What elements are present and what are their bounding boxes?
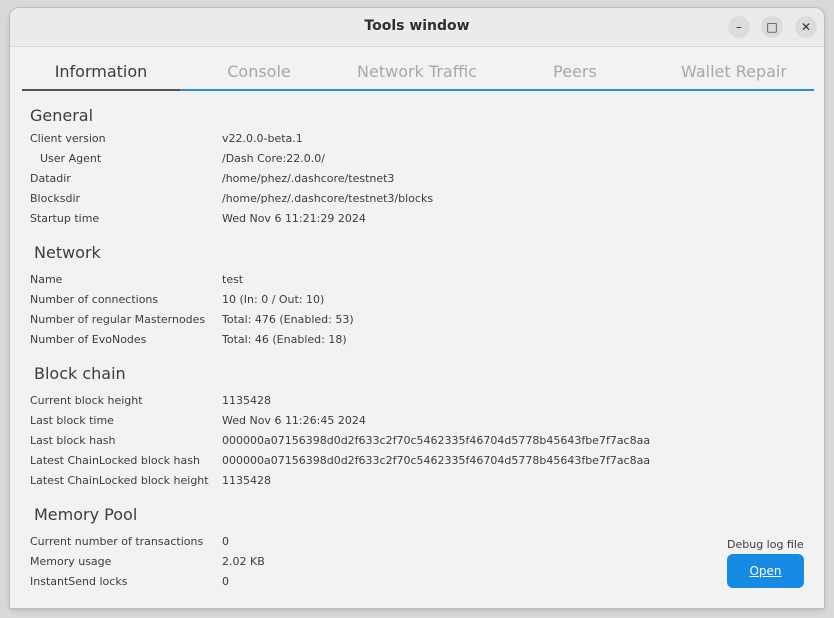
- client-version-label: Client version: [30, 132, 106, 145]
- chainlocked-hash-value: 000000a07156398d0d2f633c2f70c5462335f467…: [222, 454, 651, 467]
- tab-peers[interactable]: Peers: [496, 60, 654, 90]
- client-version-value: v22.0.0-beta.1: [222, 132, 303, 145]
- memory-usage-value: 2.02 KB: [222, 555, 265, 568]
- tab-console[interactable]: Console: [180, 60, 338, 90]
- close-icon: ✕: [800, 20, 812, 34]
- tx-count-label: Current number of transactions: [30, 535, 204, 548]
- network-name-label: Name: [30, 273, 63, 286]
- window-title: Tools window: [364, 18, 470, 34]
- chainlocked-height-value: 1135428: [222, 474, 271, 487]
- maximize-icon: □: [766, 20, 778, 34]
- debug-log-label: Debug log file: [727, 538, 804, 551]
- minimize-button[interactable]: –: [728, 16, 750, 38]
- memory-usage-label: Memory usage: [30, 555, 112, 568]
- chainlocked-hash-label: Latest ChainLocked block hash: [30, 454, 200, 467]
- blockchain-section-title: Block chain: [34, 364, 126, 383]
- block-height-label: Current block height: [30, 394, 143, 407]
- title-bar[interactable]: Tools window – □ ✕: [10, 8, 824, 47]
- close-button[interactable]: ✕: [795, 16, 817, 38]
- instantsend-locks-label: InstantSend locks: [30, 575, 128, 588]
- connections-value: 10 (In: 0 / Out: 10): [222, 293, 325, 306]
- tab-bar-underline: [180, 89, 814, 91]
- connections-label: Number of connections: [30, 293, 159, 306]
- tab-bar: Information Console Network Traffic Peer…: [22, 60, 814, 92]
- tab-information[interactable]: Information: [22, 60, 180, 90]
- last-block-hash-label: Last block hash: [30, 434, 116, 447]
- last-block-hash-value: 000000a07156398d0d2f633c2f70c5462335f467…: [222, 434, 651, 447]
- datadir-label: Datadir: [30, 172, 71, 185]
- tx-count-value: 0: [222, 535, 229, 548]
- open-debug-log-button[interactable]: Open: [727, 554, 804, 588]
- general-section-title: General: [30, 106, 94, 125]
- datadir-value: /home/phez/.dashcore/testnet3: [222, 172, 395, 185]
- mempool-section-title: Memory Pool: [34, 505, 138, 524]
- evonodes-value: Total: 46 (Enabled: 18): [222, 333, 347, 346]
- tab-network-traffic[interactable]: Network Traffic: [338, 60, 496, 90]
- masternodes-label: Number of regular Masternodes: [30, 313, 206, 326]
- tab-wallet-repair[interactable]: Wallet Repair: [654, 60, 814, 90]
- blocksdir-value: /home/phez/.dashcore/testnet3/blocks: [222, 192, 434, 205]
- user-agent-value: /Dash Core:22.0.0/: [222, 152, 325, 165]
- last-block-time-label: Last block time: [30, 414, 114, 427]
- user-agent-label: User Agent: [40, 152, 102, 165]
- block-height-value: 1135428: [222, 394, 271, 407]
- maximize-button[interactable]: □: [761, 16, 783, 38]
- active-tab-indicator: [22, 89, 180, 91]
- last-block-time-value: Wed Nov 6 11:26:45 2024: [222, 414, 366, 427]
- startup-time-label: Startup time: [30, 212, 100, 225]
- network-section-title: Network: [34, 243, 101, 262]
- instantsend-locks-value: 0: [222, 575, 229, 588]
- network-name-value: test: [222, 273, 244, 286]
- minimize-icon: –: [736, 20, 742, 34]
- startup-time-value: Wed Nov 6 11:21:29 2024: [222, 212, 366, 225]
- chainlocked-height-label: Latest ChainLocked block height: [30, 474, 209, 487]
- masternodes-value: Total: 476 (Enabled: 53): [222, 313, 354, 326]
- blocksdir-label: Blocksdir: [30, 192, 81, 205]
- tools-window: Tools window – □ ✕ Information Console N…: [10, 8, 824, 608]
- evonodes-label: Number of EvoNodes: [30, 333, 147, 346]
